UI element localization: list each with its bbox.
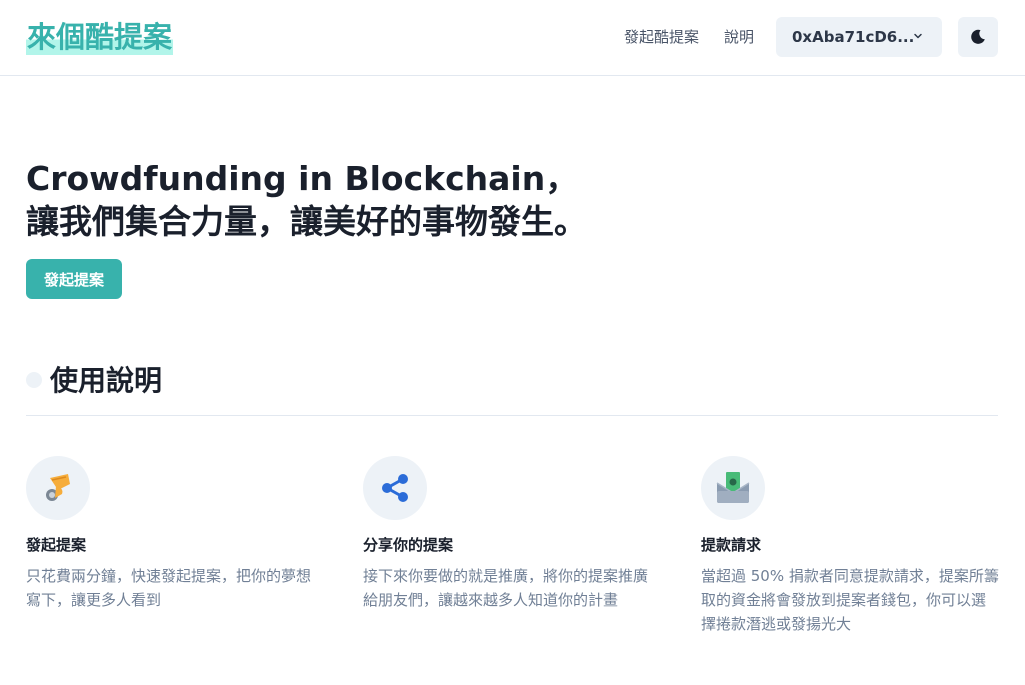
feature-card-propose: 發起提案 只花費兩分鐘，快速發起提案，把你的夢想寫下，讓更多人看到 [26, 456, 326, 612]
hero-headline-line-1: Crowdfunding in Blockchain， [26, 159, 579, 198]
section-title: 使用說明 [50, 364, 163, 397]
section-bullet [26, 372, 42, 388]
start-proposal-button[interactable]: 發起提案 [26, 259, 122, 299]
wallet-address: 0xAba71cD6... [792, 28, 915, 46]
feature-icon-circle [26, 456, 90, 520]
moon-icon [971, 29, 985, 44]
feature-description: 只花費兩分鐘，快速發起提案，把你的夢想寫下，讓更多人看到 [26, 567, 312, 609]
nav-link-help[interactable]: 說明 [724, 26, 754, 48]
wallet-account-button[interactable]: 0xAba71cD6... [776, 17, 942, 57]
hero-headline-line-2: 讓我們集合力量，讓美好的事物發生。 [26, 202, 587, 241]
feature-title: 提款請求 [701, 536, 762, 554]
site-logo[interactable]: 來個酷提案 [26, 20, 174, 55]
feature-card-share: 分享你的提案 接下來你要做的就是推廣，將你的提案推廣給朋友們，讓越來越多人知道你… [363, 456, 663, 612]
feature-icon-circle [363, 456, 427, 520]
hand-with-card-icon [46, 474, 70, 501]
money-envelope-icon [716, 472, 750, 503]
theme-toggle-button[interactable] [958, 17, 998, 57]
share-icon [382, 474, 408, 502]
chevron-down-icon [914, 33, 922, 39]
feature-card-withdraw: 提款請求 當超過 50% 捐款者同意提款請求，提案所籌取的資金將會發放到提案者錢… [701, 456, 1001, 636]
feature-icon-circle [701, 456, 765, 520]
feature-description: 接下來你要做的就是推廣，將你的提案推廣給朋友們，讓越來越多人知道你的計畫 [363, 567, 649, 609]
feature-title: 發起提案 [26, 536, 87, 554]
nav-link-propose[interactable]: 發起酷提案 [624, 26, 699, 48]
feature-description: 當超過 50% 捐款者同意提款請求，提案所籌取的資金將會發放到提案者錢包，你可以… [701, 567, 999, 633]
feature-title: 分享你的提案 [363, 536, 454, 554]
section-divider [26, 415, 998, 416]
top-navigation-bar: 來個酷提案 發起酷提案 說明 0xAba71cD6... [0, 0, 1025, 76]
